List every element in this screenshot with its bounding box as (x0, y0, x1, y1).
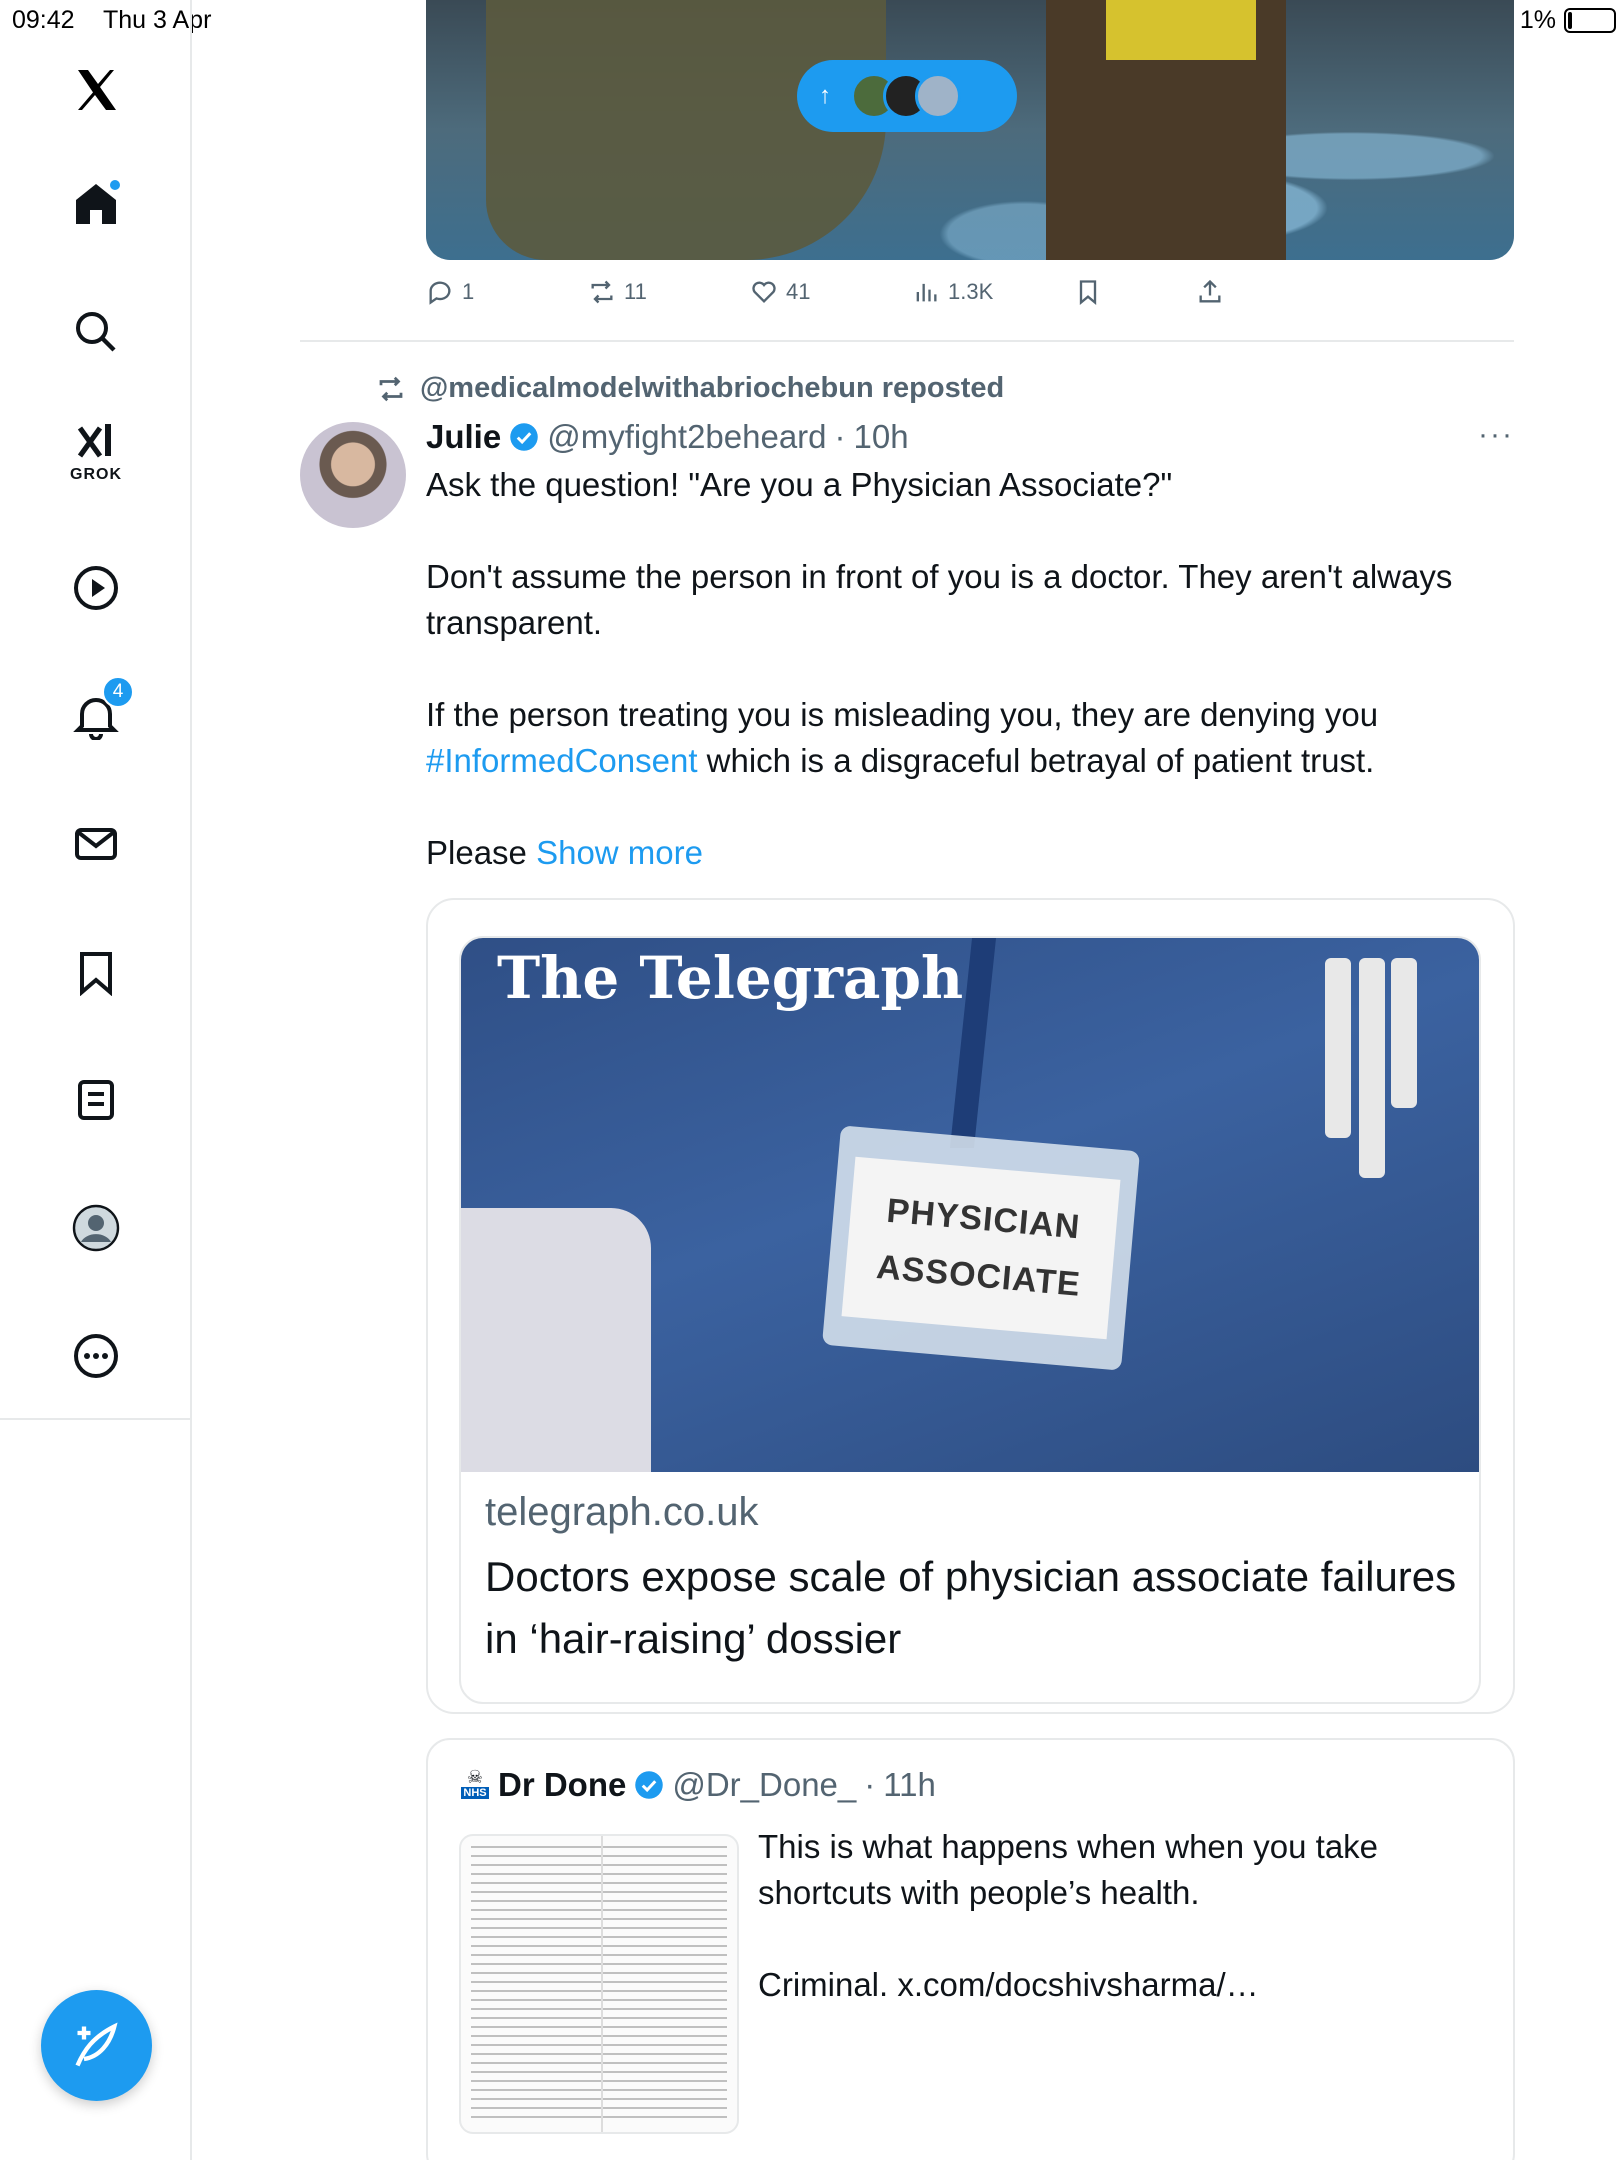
tweet-time[interactable]: 10h (854, 418, 909, 456)
tweet-header: Julie @myfight2beheard · 10h (426, 418, 909, 456)
repost-icon (591, 280, 613, 304)
views-count: 1.3K (948, 279, 994, 304)
quoted-tweet-header: ☠ NHS Dr Done @Dr_Done_ · 11h (460, 1766, 936, 1804)
badge-line: PHYSICIAN (885, 1191, 1082, 1247)
sidebar: GROK 4 (0, 0, 192, 2160)
views-button[interactable]: 1.3K (912, 278, 993, 306)
new-posts-pill[interactable]: ↑ (797, 60, 1017, 132)
show-more-link[interactable]: Show more (536, 834, 703, 871)
compose-button[interactable] (41, 1990, 152, 2101)
battery-percent: 1% (1519, 6, 1556, 34)
bookmarks-icon[interactable] (68, 944, 124, 1000)
notifications-icon[interactable]: 4 (68, 676, 134, 744)
like-button[interactable]: 41 (750, 278, 810, 306)
quoted-author-handle[interactable]: @Dr_Done_ (672, 1766, 856, 1804)
sidebar-separator (0, 1418, 192, 1420)
repost-icon (379, 376, 403, 401)
reply-button[interactable]: 1 (426, 278, 474, 306)
separator-dot: · (834, 418, 846, 455)
avatar (915, 73, 961, 119)
quoted-tweet-time[interactable]: 11h (883, 1766, 936, 1804)
tweet-paragraph: Don't assume the person in front of you … (426, 558, 1453, 641)
tweet-paragraph: Please Show more (426, 834, 703, 871)
quoted-tweet-text: This is what happens when when you take … (758, 1824, 1498, 2054)
repost-context[interactable]: @medicalmodelwithabriochebun reposted (376, 372, 1004, 405)
battery-icon (1564, 8, 1616, 33)
home-unread-dot (108, 178, 122, 192)
author-name[interactable]: Julie (426, 418, 501, 456)
link-card[interactable]: The Telegraph PHYSICIAN ASSOCIATE telegr… (459, 936, 1481, 1704)
search-icon[interactable] (68, 304, 124, 360)
link-card-title: Doctors expose scale of physician associ… (485, 1553, 1457, 1662)
link-card-domain: telegraph.co.uk (485, 1490, 759, 1534)
new-posts-avatars (851, 73, 961, 119)
hashtag-link[interactable]: #InformedConsent (426, 742, 698, 779)
bookmark-icon (1079, 280, 1097, 305)
repost-count: 11 (624, 279, 647, 304)
telegraph-masthead: The Telegraph (497, 944, 964, 1012)
arrow-up-icon: ↑ (819, 82, 831, 109)
verified-badge-icon (635, 1771, 664, 1799)
repost-button[interactable]: 11 (588, 278, 647, 306)
tweet-text: Ask the question! "Are you a Physician A… (426, 462, 1516, 922)
profile-icon[interactable] (68, 1200, 124, 1256)
id-badge: PHYSICIAN ASSOCIATE (821, 1125, 1141, 1371)
link-card-image: The Telegraph PHYSICIAN ASSOCIATE (461, 938, 1479, 1472)
tweet-paragraph: Ask the question! "Are you a Physician A… (426, 466, 1173, 503)
tweet-paragraph: If the person treating you is misleading… (426, 696, 1379, 779)
heart-icon (752, 281, 776, 303)
nhs-avatar-icon: ☠ NHS (461, 1767, 489, 1799)
like-count: 41 (786, 279, 811, 304)
author-handle[interactable]: @myfight2beheard (547, 418, 826, 456)
previous-tweet-actions: 1 11 41 1.3K (426, 278, 1514, 318)
quoted-tweet-image[interactable] (459, 1834, 739, 2134)
reply-icon (429, 281, 451, 305)
grok-icon[interactable]: GROK (68, 424, 124, 483)
bookmark-button[interactable] (1074, 278, 1102, 306)
repost-label: @medicalmodelwithabriochebun reposted (420, 372, 1005, 404)
home-icon[interactable] (68, 176, 124, 232)
video-icon[interactable] (68, 560, 124, 616)
x-logo-icon[interactable] (68, 62, 124, 118)
more-options-icon[interactable]: ··· (1478, 418, 1514, 452)
share-icon (1199, 279, 1221, 303)
notifications-badge: 4 (102, 676, 134, 708)
avatar[interactable] (300, 422, 406, 528)
badge-line: ASSOCIATE (874, 1248, 1083, 1304)
share-button[interactable] (1196, 278, 1224, 306)
tweet-divider (300, 340, 1514, 342)
quoted-paragraph: This is what happens when when you take … (758, 1828, 1379, 1911)
views-icon (916, 283, 937, 302)
verified-badge-icon (510, 423, 538, 451)
lists-icon[interactable] (68, 1072, 124, 1128)
separator-dot: · (864, 1766, 876, 1803)
compose-icon (75, 2021, 118, 2066)
more-icon[interactable] (68, 1328, 124, 1384)
grok-label: GROK (70, 466, 122, 483)
quoted-author-name[interactable]: Dr Done (498, 1766, 626, 1804)
messages-icon[interactable] (68, 816, 124, 872)
quoted-paragraph: Criminal. x.com/docshivsharma/… (758, 1966, 1259, 2003)
reply-count: 1 (462, 279, 475, 304)
